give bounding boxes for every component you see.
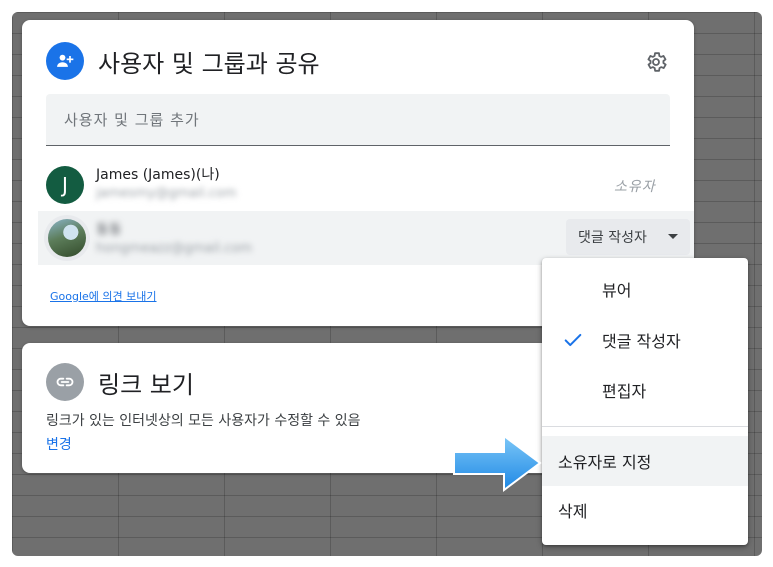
menu-item-remove[interactable]: 삭제 [542, 485, 748, 535]
person-add-icon [46, 42, 84, 80]
menu-item-label: 소유자로 지정 [558, 453, 652, 472]
person-row-owner: J James (James)(나) jamesmy@gmail.com 소유자 [22, 156, 694, 210]
link-access-description: 링크가 있는 인터넷상의 모든 사용자가 수정할 수 있음 [46, 413, 361, 429]
link-icon [46, 363, 84, 401]
link-title: 링크 보기 [98, 371, 194, 399]
check-icon [562, 329, 584, 355]
add-people-field[interactable] [46, 94, 670, 146]
menu-item-label: 댓글 작성자 [602, 332, 681, 351]
person-row-commenter[interactable]: 동동 hongmeazz@gmail.com 댓글 작성자 [38, 211, 694, 265]
role-dropdown[interactable]: 댓글 작성자 [566, 219, 690, 255]
avatar: J [46, 166, 84, 204]
caret-down-icon [668, 234, 678, 239]
menu-item-transfer-owner[interactable]: 소유자로 지정 [542, 436, 748, 486]
feedback-link[interactable]: Google에 의견 보내기 [50, 288, 157, 304]
avatar [48, 219, 86, 257]
add-people-input[interactable] [46, 94, 670, 145]
menu-item-label: 뷰어 [602, 281, 632, 300]
menu-item-label: 삭제 [558, 502, 588, 521]
role-label-owner: 소유자 [614, 179, 656, 195]
role-menu: 뷰어 댓글 작성자 편집자 소유자로 지정 삭제 [542, 258, 748, 545]
arrow-right-icon [453, 434, 542, 492]
role-dropdown-label: 댓글 작성자 [578, 230, 647, 246]
menu-item-commenter[interactable]: 댓글 작성자 [542, 315, 748, 365]
person-name: 동동 [96, 222, 122, 238]
gear-icon[interactable] [642, 48, 670, 76]
person-email: jamesmy@gmail.com [96, 186, 237, 201]
person-name: James (James)(나) [96, 167, 220, 183]
menu-item-label: 편집자 [602, 382, 647, 401]
person-email: hongmeazz@gmail.com [96, 241, 252, 256]
menu-item-viewer[interactable]: 뷰어 [542, 264, 748, 314]
dialog-title: 사용자 및 그룹과 공유 [98, 50, 320, 78]
menu-divider [542, 426, 748, 427]
change-link-button[interactable]: 변경 [46, 434, 72, 454]
menu-item-editor[interactable]: 편집자 [542, 365, 748, 415]
